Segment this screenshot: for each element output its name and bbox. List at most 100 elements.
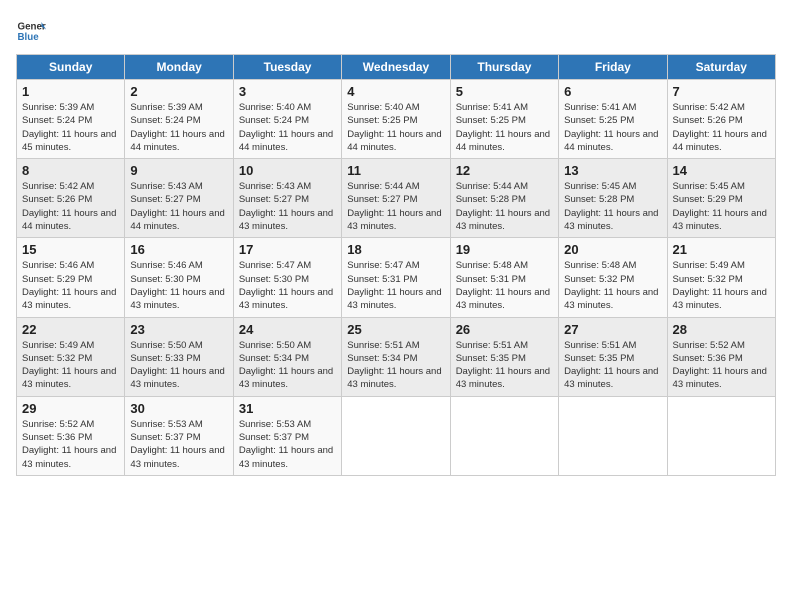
calendar-cell: 3 Sunrise: 5:40 AM Sunset: 5:24 PM Dayli… <box>233 80 341 159</box>
day-number: 3 <box>239 84 336 99</box>
weekday-header-sunday: Sunday <box>17 55 125 80</box>
calendar-cell: 11 Sunrise: 5:44 AM Sunset: 5:27 PM Dayl… <box>342 159 450 238</box>
day-number: 17 <box>239 242 336 257</box>
day-detail: Sunrise: 5:49 AM Sunset: 5:32 PM Dayligh… <box>673 259 770 312</box>
day-detail: Sunrise: 5:44 AM Sunset: 5:27 PM Dayligh… <box>347 180 444 233</box>
day-detail: Sunrise: 5:43 AM Sunset: 5:27 PM Dayligh… <box>239 180 336 233</box>
calendar-cell: 25 Sunrise: 5:51 AM Sunset: 5:34 PM Dayl… <box>342 317 450 396</box>
day-detail: Sunrise: 5:48 AM Sunset: 5:32 PM Dayligh… <box>564 259 661 312</box>
day-number: 11 <box>347 163 444 178</box>
day-detail: Sunrise: 5:53 AM Sunset: 5:37 PM Dayligh… <box>239 418 336 471</box>
day-number: 18 <box>347 242 444 257</box>
calendar-cell: 22 Sunrise: 5:49 AM Sunset: 5:32 PM Dayl… <box>17 317 125 396</box>
day-detail: Sunrise: 5:41 AM Sunset: 5:25 PM Dayligh… <box>564 101 661 154</box>
day-detail: Sunrise: 5:46 AM Sunset: 5:29 PM Dayligh… <box>22 259 119 312</box>
weekday-header-wednesday: Wednesday <box>342 55 450 80</box>
calendar-cell: 13 Sunrise: 5:45 AM Sunset: 5:28 PM Dayl… <box>559 159 667 238</box>
day-number: 24 <box>239 322 336 337</box>
calendar-cell: 9 Sunrise: 5:43 AM Sunset: 5:27 PM Dayli… <box>125 159 233 238</box>
day-number: 8 <box>22 163 119 178</box>
day-detail: Sunrise: 5:52 AM Sunset: 5:36 PM Dayligh… <box>22 418 119 471</box>
day-number: 15 <box>22 242 119 257</box>
day-number: 1 <box>22 84 119 99</box>
weekday-header-thursday: Thursday <box>450 55 558 80</box>
day-number: 19 <box>456 242 553 257</box>
calendar-cell <box>450 396 558 475</box>
calendar-table: SundayMondayTuesdayWednesdayThursdayFrid… <box>16 54 776 476</box>
calendar-cell: 17 Sunrise: 5:47 AM Sunset: 5:30 PM Dayl… <box>233 238 341 317</box>
calendar-cell: 10 Sunrise: 5:43 AM Sunset: 5:27 PM Dayl… <box>233 159 341 238</box>
day-number: 4 <box>347 84 444 99</box>
day-number: 5 <box>456 84 553 99</box>
weekday-header-tuesday: Tuesday <box>233 55 341 80</box>
day-number: 7 <box>673 84 770 99</box>
calendar-cell: 21 Sunrise: 5:49 AM Sunset: 5:32 PM Dayl… <box>667 238 775 317</box>
day-detail: Sunrise: 5:49 AM Sunset: 5:32 PM Dayligh… <box>22 339 119 392</box>
day-number: 2 <box>130 84 227 99</box>
day-number: 14 <box>673 163 770 178</box>
day-detail: Sunrise: 5:51 AM Sunset: 5:34 PM Dayligh… <box>347 339 444 392</box>
calendar-cell: 4 Sunrise: 5:40 AM Sunset: 5:25 PM Dayli… <box>342 80 450 159</box>
day-detail: Sunrise: 5:40 AM Sunset: 5:25 PM Dayligh… <box>347 101 444 154</box>
calendar-cell: 26 Sunrise: 5:51 AM Sunset: 5:35 PM Dayl… <box>450 317 558 396</box>
logo: General Blue <box>16 16 46 46</box>
logo-icon: General Blue <box>16 16 46 46</box>
day-detail: Sunrise: 5:43 AM Sunset: 5:27 PM Dayligh… <box>130 180 227 233</box>
calendar-cell: 27 Sunrise: 5:51 AM Sunset: 5:35 PM Dayl… <box>559 317 667 396</box>
calendar-cell: 6 Sunrise: 5:41 AM Sunset: 5:25 PM Dayli… <box>559 80 667 159</box>
calendar-cell: 29 Sunrise: 5:52 AM Sunset: 5:36 PM Dayl… <box>17 396 125 475</box>
calendar-cell: 2 Sunrise: 5:39 AM Sunset: 5:24 PM Dayli… <box>125 80 233 159</box>
day-number: 22 <box>22 322 119 337</box>
day-detail: Sunrise: 5:53 AM Sunset: 5:37 PM Dayligh… <box>130 418 227 471</box>
calendar-cell: 28 Sunrise: 5:52 AM Sunset: 5:36 PM Dayl… <box>667 317 775 396</box>
calendar-cell: 18 Sunrise: 5:47 AM Sunset: 5:31 PM Dayl… <box>342 238 450 317</box>
day-number: 31 <box>239 401 336 416</box>
day-detail: Sunrise: 5:44 AM Sunset: 5:28 PM Dayligh… <box>456 180 553 233</box>
day-detail: Sunrise: 5:42 AM Sunset: 5:26 PM Dayligh… <box>22 180 119 233</box>
weekday-header-friday: Friday <box>559 55 667 80</box>
day-number: 10 <box>239 163 336 178</box>
day-number: 29 <box>22 401 119 416</box>
day-detail: Sunrise: 5:39 AM Sunset: 5:24 PM Dayligh… <box>130 101 227 154</box>
calendar-cell: 7 Sunrise: 5:42 AM Sunset: 5:26 PM Dayli… <box>667 80 775 159</box>
day-detail: Sunrise: 5:50 AM Sunset: 5:33 PM Dayligh… <box>130 339 227 392</box>
day-number: 12 <box>456 163 553 178</box>
calendar-cell: 14 Sunrise: 5:45 AM Sunset: 5:29 PM Dayl… <box>667 159 775 238</box>
day-number: 9 <box>130 163 227 178</box>
day-number: 6 <box>564 84 661 99</box>
day-number: 26 <box>456 322 553 337</box>
day-number: 13 <box>564 163 661 178</box>
day-detail: Sunrise: 5:40 AM Sunset: 5:24 PM Dayligh… <box>239 101 336 154</box>
day-detail: Sunrise: 5:47 AM Sunset: 5:31 PM Dayligh… <box>347 259 444 312</box>
calendar-cell: 16 Sunrise: 5:46 AM Sunset: 5:30 PM Dayl… <box>125 238 233 317</box>
day-detail: Sunrise: 5:51 AM Sunset: 5:35 PM Dayligh… <box>564 339 661 392</box>
calendar-cell: 23 Sunrise: 5:50 AM Sunset: 5:33 PM Dayl… <box>125 317 233 396</box>
header: General Blue <box>16 16 776 46</box>
day-detail: Sunrise: 5:52 AM Sunset: 5:36 PM Dayligh… <box>673 339 770 392</box>
day-detail: Sunrise: 5:51 AM Sunset: 5:35 PM Dayligh… <box>456 339 553 392</box>
calendar-cell <box>559 396 667 475</box>
day-number: 30 <box>130 401 227 416</box>
day-detail: Sunrise: 5:50 AM Sunset: 5:34 PM Dayligh… <box>239 339 336 392</box>
day-number: 28 <box>673 322 770 337</box>
calendar-cell: 8 Sunrise: 5:42 AM Sunset: 5:26 PM Dayli… <box>17 159 125 238</box>
calendar-cell <box>342 396 450 475</box>
calendar-cell: 30 Sunrise: 5:53 AM Sunset: 5:37 PM Dayl… <box>125 396 233 475</box>
day-detail: Sunrise: 5:42 AM Sunset: 5:26 PM Dayligh… <box>673 101 770 154</box>
day-number: 16 <box>130 242 227 257</box>
weekday-header-monday: Monday <box>125 55 233 80</box>
day-detail: Sunrise: 5:39 AM Sunset: 5:24 PM Dayligh… <box>22 101 119 154</box>
day-detail: Sunrise: 5:46 AM Sunset: 5:30 PM Dayligh… <box>130 259 227 312</box>
day-detail: Sunrise: 5:45 AM Sunset: 5:29 PM Dayligh… <box>673 180 770 233</box>
calendar-cell: 19 Sunrise: 5:48 AM Sunset: 5:31 PM Dayl… <box>450 238 558 317</box>
calendar-cell: 15 Sunrise: 5:46 AM Sunset: 5:29 PM Dayl… <box>17 238 125 317</box>
calendar-cell: 20 Sunrise: 5:48 AM Sunset: 5:32 PM Dayl… <box>559 238 667 317</box>
day-number: 27 <box>564 322 661 337</box>
calendar-cell: 12 Sunrise: 5:44 AM Sunset: 5:28 PM Dayl… <box>450 159 558 238</box>
calendar-cell: 31 Sunrise: 5:53 AM Sunset: 5:37 PM Dayl… <box>233 396 341 475</box>
calendar-cell: 1 Sunrise: 5:39 AM Sunset: 5:24 PM Dayli… <box>17 80 125 159</box>
weekday-header-saturday: Saturday <box>667 55 775 80</box>
day-number: 23 <box>130 322 227 337</box>
day-number: 21 <box>673 242 770 257</box>
calendar-cell <box>667 396 775 475</box>
